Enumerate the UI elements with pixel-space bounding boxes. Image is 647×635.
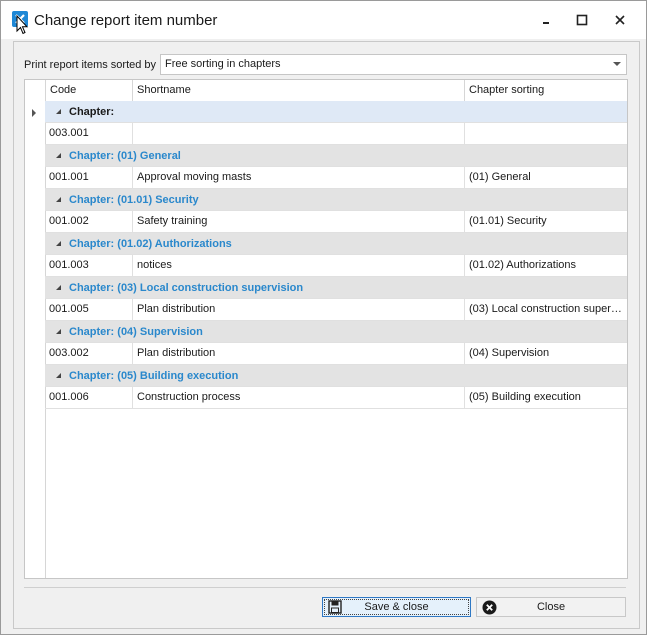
dialog-window: Change report item number Print report i… (0, 0, 647, 635)
table-row[interactable]: 001.005 Plan distribution (03) Local const… (45, 299, 627, 321)
cell-code[interactable]: 001.005 (45, 299, 132, 320)
table-row[interactable]: 003.002 Plan distribution (04) Supervision (45, 343, 627, 365)
group-label: Chapter: (69, 106, 115, 118)
collapse-triangle-icon[interactable] (56, 329, 61, 334)
dialog-content: Print report items sorted by Free sortin… (13, 41, 640, 629)
group-label: Chapter: (01) General (69, 150, 181, 162)
cell-chapter-sorting[interactable]: (01.01) Security (464, 211, 627, 232)
cell-shortname[interactable] (132, 123, 464, 144)
cell-chapter-sorting[interactable]: (04) Supervision (464, 343, 627, 364)
footer-divider (24, 587, 626, 588)
group-label: Chapter: (05) Building execution (69, 370, 239, 382)
cell-shortname[interactable]: Approval moving masts (132, 167, 464, 188)
collapse-triangle-icon[interactable] (56, 373, 61, 378)
cell-shortname[interactable]: Plan distribution (132, 343, 464, 364)
group-row[interactable]: Chapter: (04) Supervision (45, 321, 627, 343)
table-row[interactable]: 001.002 Safety training (01.01) Security (45, 211, 627, 233)
close-label: Close (536, 601, 566, 613)
cell-chapter-sorting[interactable]: (05) Building execution (464, 387, 627, 408)
save-and-close-label: Save & close (364, 601, 429, 613)
table-row[interactable]: 001.001 Approval moving masts (01) General (45, 167, 627, 189)
close-icon (615, 15, 625, 25)
sort-label: Print report items sorted by (24, 59, 157, 71)
column-header-chapter-sorting[interactable]: Chapter sorting (464, 80, 627, 101)
cell-shortname[interactable]: Construction process (132, 387, 464, 408)
group-row[interactable]: Chapter: (01.01) Security (45, 189, 627, 211)
group-row[interactable]: Chapter: (45, 101, 627, 123)
group-label: Chapter: (01.01) Security (69, 194, 199, 206)
cell-shortname[interactable]: notices (132, 255, 464, 276)
group-label: Chapter: (04) Supervision (69, 326, 203, 338)
cell-chapter-sorting[interactable]: (03) Local construction supervision (464, 299, 627, 320)
chevron-down-icon[interactable] (613, 62, 621, 66)
group-label: Chapter: (03) Local construction supervi… (69, 282, 304, 294)
cell-code[interactable]: 001.002 (45, 211, 132, 232)
table-row[interactable]: 001.006 Construction process (05) Building… (45, 387, 627, 409)
cell-shortname[interactable]: Plan distribution (132, 299, 464, 320)
title-bar[interactable]: Change report item number (1, 1, 646, 39)
grid-rows: Chapter: 003.001 Chapter: (01) General 001.… (45, 101, 627, 409)
mouse-cursor-icon (16, 15, 28, 35)
maximize-icon (576, 14, 588, 26)
close-button[interactable]: Close (476, 597, 626, 617)
cell-chapter-sorting[interactable]: (01.02) Authorizations (464, 255, 627, 276)
group-row[interactable]: Chapter: (03) Local construction supervi… (45, 277, 627, 299)
column-header-code[interactable]: Code (45, 80, 132, 101)
minimize-button[interactable] (531, 9, 561, 31)
group-row[interactable]: Chapter: (01.02) Authorizations (45, 233, 627, 255)
column-header-shortname[interactable]: Shortname (132, 80, 464, 101)
cell-chapter-sorting[interactable] (464, 123, 627, 144)
row-indicator-column (25, 101, 46, 578)
cell-chapter-sorting[interactable]: (01) General (464, 167, 627, 188)
maximize-button[interactable] (567, 9, 597, 31)
cell-code[interactable]: 003.001 (45, 123, 132, 144)
window-close-button[interactable] (605, 9, 635, 31)
cell-code[interactable]: 001.006 (45, 387, 132, 408)
collapse-triangle-icon[interactable] (56, 109, 61, 114)
report-items-grid[interactable]: Code Shortname Chapter sorting Chapter: 0… (24, 79, 628, 579)
table-row[interactable]: 003.001 (45, 123, 627, 145)
grid-header: Code Shortname Chapter sorting (25, 80, 627, 102)
cell-code[interactable]: 003.002 (45, 343, 132, 364)
cell-code[interactable]: 001.001 (45, 167, 132, 188)
group-row[interactable]: Chapter: (01) General (45, 145, 627, 167)
collapse-triangle-icon[interactable] (56, 285, 61, 290)
minimize-icon (543, 22, 549, 24)
table-row[interactable]: 001.003 notices (01.02) Authorizations (45, 255, 627, 277)
cell-code[interactable]: 001.003 (45, 255, 132, 276)
group-label: Chapter: (01.02) Authorizations (69, 238, 232, 250)
row-indicator-arrow-icon (32, 109, 36, 117)
collapse-triangle-icon[interactable] (56, 153, 61, 158)
sort-dropdown-value: Free sorting in chapters (165, 58, 281, 70)
group-row[interactable]: Chapter: (05) Building execution (45, 365, 627, 387)
sort-dropdown[interactable]: Free sorting in chapters (160, 54, 627, 75)
cell-shortname[interactable]: Safety training (132, 211, 464, 232)
collapse-triangle-icon[interactable] (56, 241, 61, 246)
window-title: Change report item number (34, 12, 218, 29)
save-and-close-button[interactable]: Save & close (322, 597, 471, 617)
collapse-triangle-icon[interactable] (56, 197, 61, 202)
